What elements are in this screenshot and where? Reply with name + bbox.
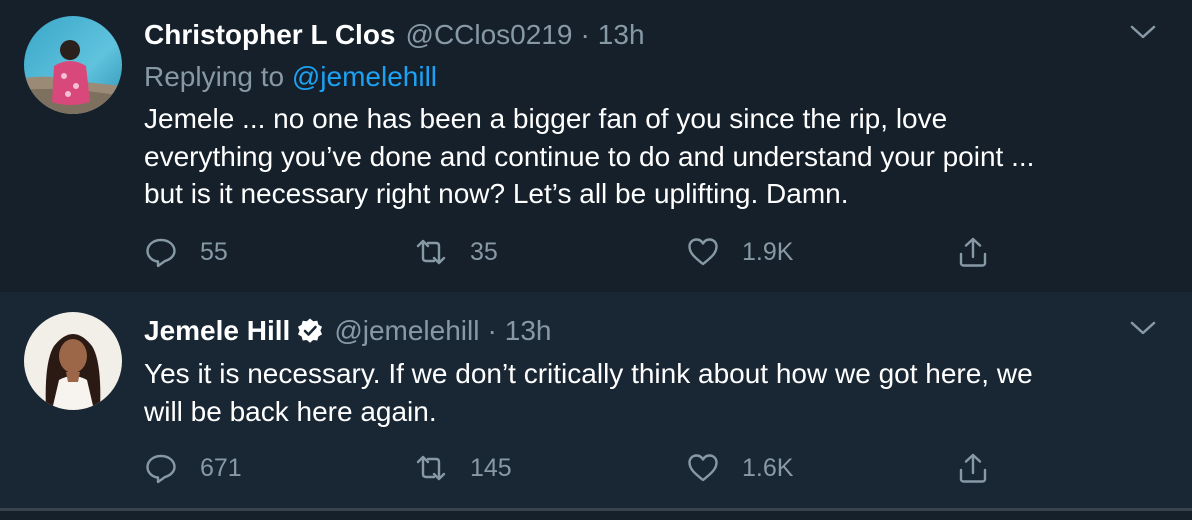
like-count: 1.6K [742, 453, 794, 482]
avatar[interactable] [24, 312, 122, 410]
tweet-text: Yes it is necessary. If we don’t critica… [144, 355, 1154, 430]
replying-to-label: Replying to [144, 61, 285, 92]
tweet-text-line: everything you’ve done and continue to d… [144, 140, 1035, 172]
tweet-timestamp[interactable]: 13h [598, 18, 645, 52]
share-button[interactable] [956, 232, 990, 272]
avatar-image-portrait [24, 312, 122, 410]
heart-icon [688, 238, 718, 266]
tweet-text: Jemele ... no one has been a bigger fan … [144, 100, 1154, 213]
tweet-actions: 671 145 1.6K [144, 448, 1024, 488]
retweet-button[interactable]: 35 [414, 232, 498, 272]
tweet-reply-jemele[interactable]: Jemele Hill @jemelehill · 13h Yes it is … [0, 292, 1192, 508]
chevron-down-icon[interactable] [1128, 318, 1158, 338]
reply-count: 55 [200, 237, 228, 266]
replying-to: Replying to @jemelehill [144, 60, 437, 94]
retweet-count: 145 [470, 453, 512, 482]
replying-to-mention[interactable]: @jemelehill [292, 61, 437, 92]
tweet-text-line: will be back here again. [144, 395, 437, 427]
chevron-down-icon[interactable] [1128, 22, 1158, 42]
separator-dot: · [487, 315, 497, 346]
avatar[interactable] [24, 16, 122, 114]
retweet-button[interactable]: 145 [414, 448, 512, 488]
avatar-image-pool-child [24, 16, 122, 114]
tweet-text-line: Jemele ... no one has been a bigger fan … [144, 103, 948, 134]
reply-count: 671 [200, 453, 242, 482]
heart-icon [688, 454, 718, 482]
tweet-actions: 55 35 1.9K [144, 232, 1024, 272]
user-handle[interactable]: @CClos0219 [406, 18, 573, 52]
like-count: 1.9K [742, 237, 794, 266]
like-button[interactable]: 1.6K [686, 448, 793, 488]
share-button[interactable] [956, 448, 990, 488]
tweet-text-line: Yes it is necessary. If we don’t critica… [144, 358, 1033, 389]
display-name[interactable]: Jemele Hill [144, 314, 290, 348]
share-icon [959, 453, 987, 483]
like-button[interactable]: 1.9K [686, 232, 793, 272]
retweet-icon [416, 239, 446, 265]
reply-button[interactable]: 671 [144, 448, 242, 488]
retweet-icon [416, 455, 446, 481]
reply-button[interactable]: 55 [144, 232, 228, 272]
user-handle[interactable]: @jemelehill [334, 314, 479, 348]
next-tweet-edge [0, 511, 1192, 520]
reply-icon [146, 454, 176, 484]
tweet-timestamp[interactable]: 13h [505, 314, 552, 348]
separator-dot: · [580, 19, 590, 50]
retweet-count: 35 [470, 237, 498, 266]
display-name[interactable]: Christopher L Clos [144, 18, 396, 52]
verified-badge-icon [298, 318, 323, 343]
tweet-reply-christopher[interactable]: Christopher L Clos @CClos0219 · 13h Repl… [0, 0, 1192, 292]
tweet-header: Jemele Hill @jemelehill · 13h [144, 314, 552, 348]
reply-icon [146, 238, 176, 268]
share-icon [959, 237, 987, 267]
tweet-header: Christopher L Clos @CClos0219 · 13h [144, 18, 645, 52]
tweet-text-line: but is it necessary right now? Let’s all… [144, 178, 849, 209]
